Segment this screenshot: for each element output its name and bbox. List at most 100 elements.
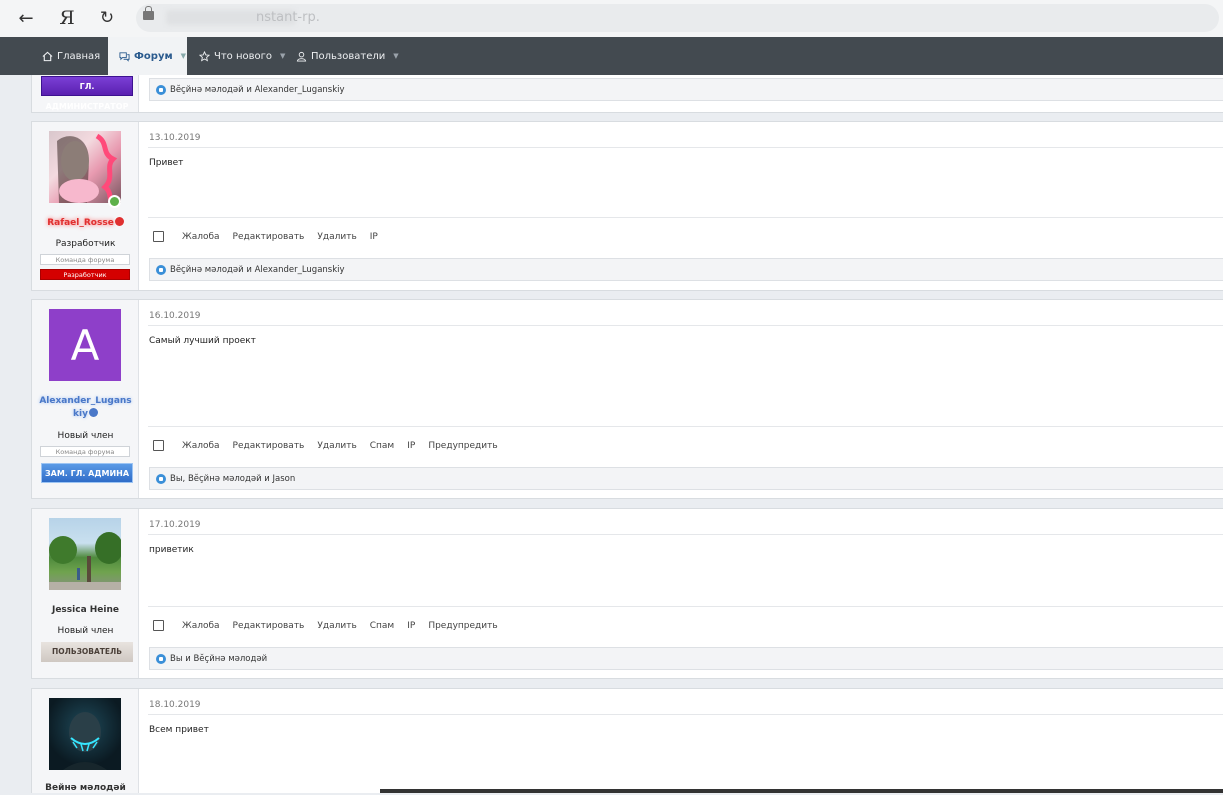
likes-bar[interactable]: Βĕçйнә мәлодәй и Alexander_Luganskiy	[149, 258, 1223, 281]
likes-text[interactable]: Βĕçйнә мәлодәй и Alexander_Luganskiy	[170, 265, 345, 275]
avatar[interactable]: A	[49, 309, 121, 381]
divider	[148, 534, 1223, 535]
online-status-icon	[108, 195, 121, 208]
post-message: Самый лучший проект	[149, 336, 256, 346]
username[interactable]: Jessica Heine	[32, 604, 139, 617]
back-arrow-icon[interactable]: ←	[14, 7, 38, 29]
taskbar-edge	[380, 789, 1223, 793]
user-icon	[296, 51, 307, 62]
like-icon	[156, 653, 166, 664]
divider	[148, 217, 1223, 218]
nav-whats-new[interactable]: Что нового ▼	[199, 37, 285, 75]
post-actions: Жалоба Редактировать Удалить IP	[153, 231, 378, 242]
likes-bar[interactable]: Вы, Βĕçйнә мәлодәй и Jason	[149, 467, 1223, 490]
action-delete[interactable]: Удалить	[317, 441, 356, 451]
post-date[interactable]: 17.10.2019	[149, 520, 201, 530]
nav-forum[interactable]: Форум ▼	[108, 37, 187, 75]
reload-icon[interactable]: ↻	[95, 7, 119, 29]
nav-users[interactable]: Пользователи ▼	[296, 37, 399, 75]
username-line1[interactable]: Alexander_Lugans	[32, 395, 139, 408]
post-message: Привет	[149, 158, 184, 168]
divider	[148, 325, 1223, 326]
action-report[interactable]: Жалоба	[182, 621, 220, 631]
rank-banner-developer: Разработчик	[40, 269, 130, 280]
likes-bar[interactable]: Вы и Βĕçйнә мәлодәй	[149, 647, 1223, 670]
post-message: Всем привет	[149, 725, 209, 735]
yandex-logo-icon[interactable]: Я	[55, 7, 79, 29]
action-delete[interactable]: Удалить	[317, 621, 356, 631]
likes-text[interactable]: Вы и Βĕçйнә мәлодәй	[170, 654, 267, 664]
address-bar[interactable]: nstant-rp.	[136, 4, 1219, 32]
action-edit[interactable]: Редактировать	[233, 441, 305, 451]
star-icon	[199, 50, 210, 62]
post-partial: ГЛ. АДМИНИСТРАТОР Βĕçйнә мәлодәй и Alexa…	[31, 75, 1223, 113]
action-report[interactable]: Жалоба	[182, 232, 220, 242]
post: A Alexander_Lugans kiy Новый член Команд…	[31, 299, 1223, 499]
action-warn[interactable]: Предупредить	[428, 621, 497, 631]
post-actions: Жалоба Редактировать Удалить Спам IP Пре…	[153, 620, 498, 631]
forum-navbar: Главная Форум ▼ Что нового ▼ Пользовател…	[0, 37, 1223, 75]
select-checkbox[interactable]	[153, 440, 164, 451]
nav-whats-new-label: Что нового	[214, 50, 273, 62]
action-delete[interactable]: Удалить	[317, 232, 356, 242]
divider	[148, 426, 1223, 427]
likes-bar[interactable]: Βĕçйнә мәлодәй и Alexander_Luganskiy	[149, 78, 1223, 101]
select-checkbox[interactable]	[153, 620, 164, 631]
like-icon	[156, 84, 166, 95]
post-sidebar: Jessica Heine Новый член ПОЛЬЗОВАТЕЛЬ	[32, 509, 139, 678]
post-sidebar: Βейнә мәлодәй	[32, 689, 139, 793]
avatar[interactable]	[49, 131, 121, 203]
nav-home-label: Главная	[57, 50, 101, 62]
post-date[interactable]: 13.10.2019	[149, 133, 201, 143]
home-icon	[42, 51, 53, 61]
action-ip[interactable]: IP	[407, 441, 415, 451]
post-sidebar: Rafael_Rosse Разработчик Команда форума …	[32, 122, 139, 290]
divider	[148, 147, 1223, 148]
nav-users-label: Пользователи	[311, 50, 386, 62]
select-checkbox[interactable]	[153, 231, 164, 242]
nav-forum-label: Форум	[134, 50, 173, 62]
username[interactable]: Βейнә мәлодәй	[32, 782, 139, 795]
avatar-image	[49, 532, 121, 590]
likes-text[interactable]: Вы, Βĕçйнә мәлодәй и Jason	[170, 474, 295, 484]
chevron-down-icon[interactable]: ▼	[280, 52, 285, 60]
action-ip[interactable]: IP	[370, 232, 378, 242]
like-icon	[156, 264, 166, 275]
username-line2[interactable]: kiy	[73, 409, 88, 419]
post: Βейнә мәлодәй 18.10.2019 Всем привет	[31, 688, 1223, 793]
rank-banner-deputy-admin: ЗАМ. ГЛ. АДМИНА	[41, 463, 133, 483]
action-warn[interactable]: Предупредить	[428, 441, 497, 451]
chat-bubbles-icon	[119, 51, 130, 62]
action-edit[interactable]: Редактировать	[233, 232, 305, 242]
post-date[interactable]: 16.10.2019	[149, 311, 201, 321]
chevron-down-icon[interactable]: ▼	[393, 52, 398, 60]
likes-text[interactable]: Βĕçйнә мәлодәй и Alexander_Luganskiy	[170, 85, 345, 95]
post-actions: Жалоба Редактировать Удалить Спам IP Пре…	[153, 440, 498, 451]
post-message: приветик	[149, 545, 194, 555]
avatar[interactable]	[49, 518, 121, 590]
action-spam[interactable]: Спам	[370, 441, 394, 451]
post-sidebar: ГЛ. АДМИНИСТРАТОР	[32, 75, 139, 112]
username[interactable]: Rafael_Rosse	[32, 217, 139, 230]
avatar[interactable]	[49, 698, 121, 770]
user-title: Разработчик	[55, 239, 116, 249]
post-date[interactable]: 18.10.2019	[149, 700, 201, 710]
rank-banner-admin: ГЛ. АДМИНИСТРАТОР	[41, 76, 133, 111]
username-text[interactable]: Rafael_Rosse	[47, 218, 114, 228]
chevron-down-icon[interactable]: ▼	[181, 52, 186, 60]
action-edit[interactable]: Редактировать	[233, 621, 305, 631]
action-report[interactable]: Жалоба	[182, 441, 220, 451]
url-text: nstant-rp.	[256, 10, 320, 25]
action-ip[interactable]: IP	[407, 621, 415, 631]
avatar-image	[57, 133, 118, 203]
username[interactable]: Alexander_Lugans kiy	[32, 395, 139, 421]
rank-banner-user: ПОЛЬЗОВАТЕЛЬ	[41, 642, 133, 662]
nav-home[interactable]: Главная	[42, 37, 100, 75]
post: Rafael_Rosse Разработчик Команда форума …	[31, 121, 1223, 291]
team-badge: Команда форума	[40, 254, 130, 265]
action-spam[interactable]: Спам	[370, 621, 394, 631]
user-title: Новый член	[57, 431, 114, 441]
verified-badge-icon	[88, 408, 98, 417]
divider	[148, 714, 1223, 715]
post-sidebar: A Alexander_Lugans kiy Новый член Команд…	[32, 300, 139, 498]
